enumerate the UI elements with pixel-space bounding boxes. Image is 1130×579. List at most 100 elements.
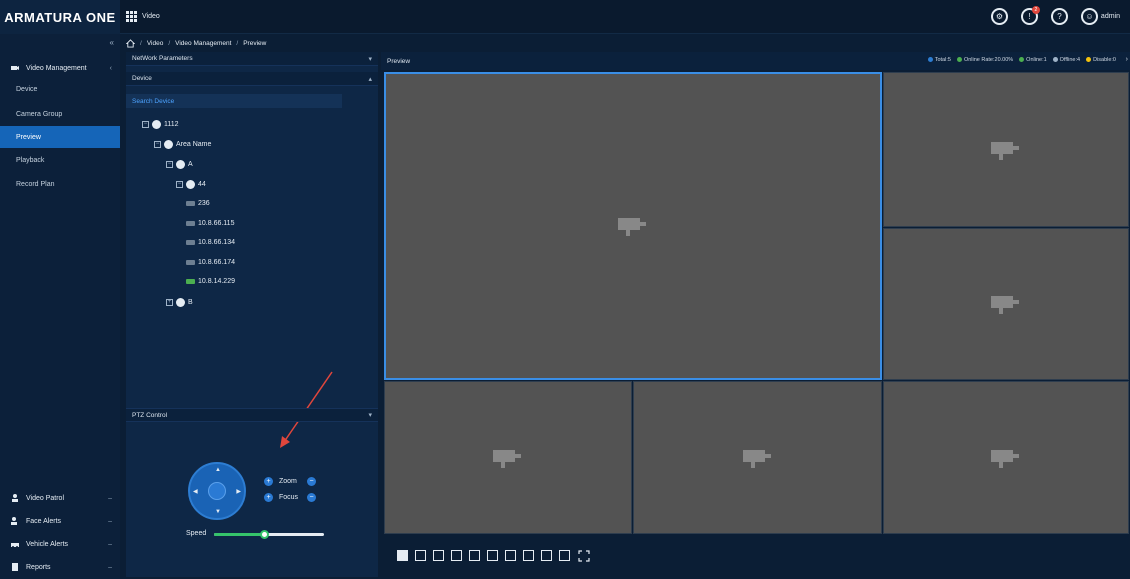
speed-slider[interactable] xyxy=(214,530,324,539)
patrol-icon xyxy=(12,494,18,502)
stat-rate: Online Rate:20.00% xyxy=(956,57,1013,63)
speed-label: Speed xyxy=(186,530,207,537)
tree-camera-229[interactable]: 10.8.14.229 xyxy=(186,278,235,285)
fullscreen-icon[interactable] xyxy=(578,550,590,562)
focus-in-button[interactable]: + xyxy=(264,493,273,502)
collapse-sidebar-icon[interactable]: « xyxy=(110,38,114,47)
face-alert-icon xyxy=(11,517,17,525)
sidebar-item-label: Playback xyxy=(16,156,45,164)
offline-dot-icon xyxy=(1052,57,1058,63)
breadcrumb-separator: / xyxy=(168,39,171,47)
sidebar-group-label: Reports xyxy=(26,563,51,571)
ptz-center-button[interactable] xyxy=(208,482,226,500)
layout-6-icon[interactable] xyxy=(469,550,480,561)
chevron-icon: – xyxy=(108,540,112,548)
vehicle-alert-icon xyxy=(11,543,19,548)
tree-camera-236[interactable]: 236 xyxy=(186,200,210,207)
breadcrumb-separator: / xyxy=(140,39,142,47)
speed-slider-knob[interactable] xyxy=(259,530,269,539)
sidebar-group-video-management[interactable]: Video Management ‹ xyxy=(0,57,120,79)
zoom-out-button[interactable]: − xyxy=(307,477,316,486)
tree-node-root[interactable]: − 1112 xyxy=(142,120,179,129)
breadcrumb-video-management[interactable]: Video Management xyxy=(175,40,231,47)
layout-9-icon[interactable] xyxy=(505,550,516,561)
camera-label: 10.8.14.229 xyxy=(198,278,235,285)
zoom-label: Zoom xyxy=(279,478,297,485)
globe-icon xyxy=(186,180,195,189)
sidebar-item-device[interactable]: Device xyxy=(0,78,120,100)
zoom-control: + Zoom − xyxy=(264,477,316,486)
sidebar-group-video-patrol[interactable]: Video Patrol – xyxy=(0,487,120,509)
video-tile-5[interactable] xyxy=(633,381,882,534)
sidebar-item-camera-group[interactable]: Camera Group xyxy=(0,103,120,125)
ptz-header[interactable]: PTZ Control ▾ xyxy=(126,408,378,422)
search-device-button[interactable]: Search Device xyxy=(126,94,342,108)
help-icon[interactable]: ? xyxy=(1050,8,1068,25)
layout-5-icon[interactable] xyxy=(451,550,462,561)
focus-out-button[interactable]: − xyxy=(307,493,316,502)
collapse-icon[interactable]: − xyxy=(176,181,183,188)
ptz-down-arrow[interactable]: ▼ xyxy=(215,509,221,515)
tree-node-44[interactable]: − 44 xyxy=(176,180,206,189)
sidebar-item-record-plan[interactable]: Record Plan xyxy=(0,173,120,195)
tree-camera-174[interactable]: 10.8.66.174 xyxy=(186,259,235,266)
stat-offline: Offline:4 xyxy=(1052,57,1081,63)
video-tile-2[interactable] xyxy=(883,72,1129,227)
sidebar-item-preview[interactable]: Preview xyxy=(0,126,120,148)
video-tile-1[interactable] xyxy=(384,72,882,380)
layout-13-icon[interactable] xyxy=(541,550,552,561)
bell-glyph: ! xyxy=(1028,12,1031,21)
collapse-icon[interactable]: − xyxy=(166,161,173,168)
tree-camera-115[interactable]: 10.8.66.115 xyxy=(186,220,234,227)
camera-icon xyxy=(186,221,195,226)
layout-toolbar xyxy=(381,534,1130,579)
network-params-header[interactable]: NetWork Parameters ▾ xyxy=(126,52,378,66)
chevron-icon: – xyxy=(108,494,112,502)
layout-8-icon[interactable] xyxy=(487,550,498,561)
notification-icon[interactable]: ! 2 xyxy=(1020,6,1040,25)
tree-label: B xyxy=(188,299,193,306)
layout-1-icon[interactable] xyxy=(397,550,408,561)
chevron-right-icon[interactable]: › xyxy=(1126,56,1128,63)
camera-placeholder-icon xyxy=(991,296,1019,314)
stat-online-label: Online:1 xyxy=(1026,57,1047,63)
layout-10-icon[interactable] xyxy=(523,550,534,561)
video-tile-6[interactable] xyxy=(883,381,1129,534)
module-switcher[interactable]: Video xyxy=(126,11,160,22)
stat-total: Total:5 xyxy=(927,57,951,63)
disable-dot-icon xyxy=(1086,57,1092,63)
ptz-left-arrow[interactable]: ◀ xyxy=(193,488,198,495)
stat-offline-label: Offline:4 xyxy=(1059,57,1081,63)
layout-4-icon[interactable] xyxy=(433,550,444,561)
video-tile-3[interactable] xyxy=(883,228,1129,380)
globe-icon xyxy=(176,298,185,307)
user-menu[interactable]: ☺ admin xyxy=(1080,8,1120,25)
camera-online-icon xyxy=(186,279,195,284)
sidebar-item-playback[interactable]: Playback xyxy=(0,149,120,171)
zoom-in-button[interactable]: + xyxy=(264,477,273,486)
tree-node-area[interactable]: − Area Name xyxy=(154,140,211,149)
breadcrumb-video[interactable]: Video xyxy=(147,40,164,47)
sidebar-group-face-alerts[interactable]: Face Alerts – xyxy=(0,510,120,532)
device-header[interactable]: Device ▴ xyxy=(126,72,378,86)
ptz-direction-pad[interactable]: ▲ ▼ ◀ ▶ xyxy=(188,462,246,520)
layout-3-icon[interactable] xyxy=(415,550,426,561)
sidebar-group-vehicle-alerts[interactable]: Vehicle Alerts – xyxy=(0,533,120,555)
collapse-icon[interactable]: − xyxy=(154,141,161,148)
collapse-icon[interactable]: − xyxy=(142,121,149,128)
ptz-right-arrow[interactable]: ▶ xyxy=(236,488,241,495)
preview-title: Preview xyxy=(387,57,411,65)
expand-icon[interactable]: + xyxy=(166,299,173,306)
stat-total-label: Total:5 xyxy=(934,57,951,63)
ptz-up-arrow[interactable]: ▲ xyxy=(215,467,221,473)
tree-camera-134[interactable]: 10.8.66.134 xyxy=(186,239,235,246)
app-logo: ARMATURA ONE xyxy=(0,0,120,34)
home-icon[interactable] xyxy=(126,38,135,48)
settings-icon[interactable]: ⚙ xyxy=(990,8,1008,25)
layout-16-icon[interactable] xyxy=(559,550,570,561)
tree-node-a[interactable]: − A xyxy=(166,160,193,169)
camera-label: 10.8.66.134 xyxy=(198,239,235,246)
video-tile-4[interactable] xyxy=(384,381,632,534)
sidebar-group-reports[interactable]: Reports – xyxy=(0,556,120,578)
tree-node-b[interactable]: + B xyxy=(166,298,193,307)
